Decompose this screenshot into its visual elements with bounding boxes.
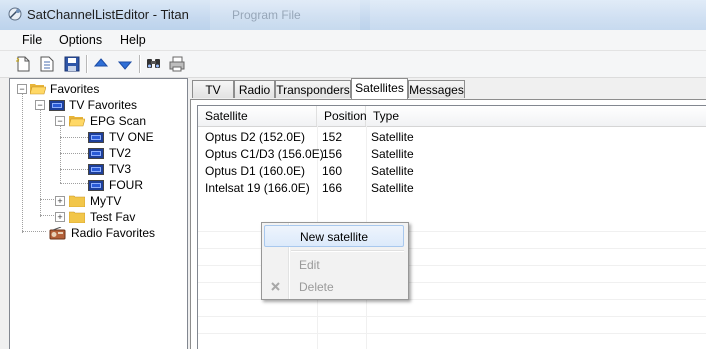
satellite-app-icon [8, 7, 22, 21]
table-row[interactable]: Optus D1 (160.0E) 160 Satellite [198, 163, 706, 180]
tree-label: TV Favorites [69, 98, 138, 112]
move-up-icon[interactable] [92, 55, 110, 73]
folder-icon [69, 211, 85, 223]
table-row[interactable]: Optus D2 (152.0E) 152 Satellite [198, 129, 706, 146]
favorites-tree[interactable]: − Favorites − TV Favorites − EPG Scan TV… [9, 78, 188, 349]
move-down-icon[interactable] [116, 55, 134, 73]
cell-position: 156 [322, 147, 343, 161]
cell-type: Satellite [371, 164, 414, 178]
column-header-position[interactable]: Position [317, 106, 367, 126]
tv-icon [88, 180, 104, 191]
column-header-satellite[interactable]: Satellite [198, 106, 317, 126]
folder-open-icon [69, 116, 85, 127]
tv-icon [88, 164, 104, 175]
find-icon[interactable] [145, 55, 163, 73]
tree-label: TV3 [109, 162, 132, 176]
tree-node-mytv[interactable]: + MyTV [10, 193, 185, 209]
tree-node-channel[interactable]: TV2 [10, 145, 185, 161]
new-satellite-menu-item[interactable]: New satellite [264, 225, 404, 247]
cell-satellite: Optus D1 (160.0E) [205, 164, 306, 178]
cell-position: 166 [322, 181, 343, 195]
folder-open-icon [30, 84, 46, 95]
tree-node-radio-favorites[interactable]: Radio Favorites [10, 225, 185, 241]
tab-transponders[interactable]: Transponders [275, 80, 351, 98]
tree-node-epg-scan[interactable]: − EPG Scan [10, 113, 185, 129]
cell-type: Satellite [371, 181, 414, 195]
toolbar [0, 51, 706, 78]
tab-radio[interactable]: Radio [234, 80, 275, 98]
context-menu: New satellite Edit Delete [261, 222, 409, 300]
collapse-icon[interactable]: − [35, 100, 45, 110]
cell-position: 160 [322, 164, 343, 178]
print-icon[interactable] [168, 55, 186, 73]
grid-line [198, 316, 706, 317]
tree-node-test-fav[interactable]: + Test Fav [10, 209, 185, 225]
background-window-title: Program File [232, 8, 301, 22]
window-title: SatChannelListEditor - Titan [27, 7, 189, 22]
new-icon[interactable] [14, 55, 32, 73]
toolbar-separator [139, 55, 141, 73]
menu-item-label: New satellite [300, 230, 369, 244]
cell-satellite: Optus C1/D3 (156.0E) [205, 147, 324, 161]
menu-help[interactable]: Help [120, 33, 146, 47]
tree-label: Favorites [50, 82, 100, 96]
tab-satellites[interactable]: Satellites [351, 78, 408, 99]
new-list-icon[interactable] [38, 55, 56, 73]
save-icon[interactable] [63, 55, 81, 73]
tree-label: TV ONE [109, 130, 154, 144]
tv-icon [88, 148, 104, 159]
toolbar-separator [86, 55, 88, 73]
title-bar: SatChannelListEditor - Titan Program Fil… [0, 0, 706, 31]
cell-satellite: Optus D2 (152.0E) [205, 130, 306, 144]
tree-label: MyTV [90, 194, 122, 208]
tree-node-favorites[interactable]: − Favorites [10, 81, 185, 97]
delete-menu-item[interactable]: Delete [264, 276, 404, 298]
list-header: Satellite Position Type [198, 106, 706, 127]
menu-item-label: Edit [299, 258, 320, 272]
tree-label: TV2 [109, 146, 132, 160]
tree-label: Test Fav [90, 210, 136, 224]
menu-bar: File Options Help [0, 30, 706, 51]
cell-type: Satellite [371, 130, 414, 144]
background-window-2 [370, 0, 706, 30]
table-row[interactable]: Optus C1/D3 (156.0E) 156 Satellite [198, 146, 706, 163]
tv-icon [49, 100, 65, 111]
edit-menu-item[interactable]: Edit [264, 254, 404, 276]
menu-separator [291, 250, 404, 252]
tree-node-channel[interactable]: TV3 [10, 161, 185, 177]
column-header-type[interactable]: Type [366, 106, 706, 126]
collapse-icon[interactable]: − [17, 84, 27, 94]
menu-file[interactable]: File [22, 33, 42, 47]
tree-node-tv-favorites[interactable]: − TV Favorites [10, 97, 185, 113]
tree-node-channel[interactable]: TV ONE [10, 129, 185, 145]
cell-satellite: Intelsat 19 (166.0E) [205, 181, 310, 195]
tree-node-channel[interactable]: FOUR [10, 177, 185, 193]
table-row[interactable]: Intelsat 19 (166.0E) 166 Satellite [198, 180, 706, 197]
tree-label: EPG Scan [90, 114, 147, 128]
cell-type: Satellite [371, 147, 414, 161]
tv-icon [88, 132, 104, 143]
tab-strip: TV Radio Transponders Satellites Message… [190, 78, 706, 100]
grid-line [198, 333, 706, 334]
tree-label: Radio Favorites [71, 226, 156, 240]
menu-options[interactable]: Options [59, 33, 102, 47]
radio-icon [49, 227, 66, 240]
collapse-icon[interactable]: − [55, 116, 65, 126]
menu-item-label: Delete [299, 280, 334, 294]
folder-icon [69, 195, 85, 207]
expand-icon[interactable]: + [55, 196, 65, 206]
cell-position: 152 [322, 130, 343, 144]
tab-tv[interactable]: TV [192, 80, 234, 98]
delete-icon [271, 282, 280, 291]
tree-label: FOUR [109, 178, 143, 192]
tab-messages[interactable]: Messages [408, 80, 465, 98]
expand-icon[interactable]: + [55, 212, 65, 222]
